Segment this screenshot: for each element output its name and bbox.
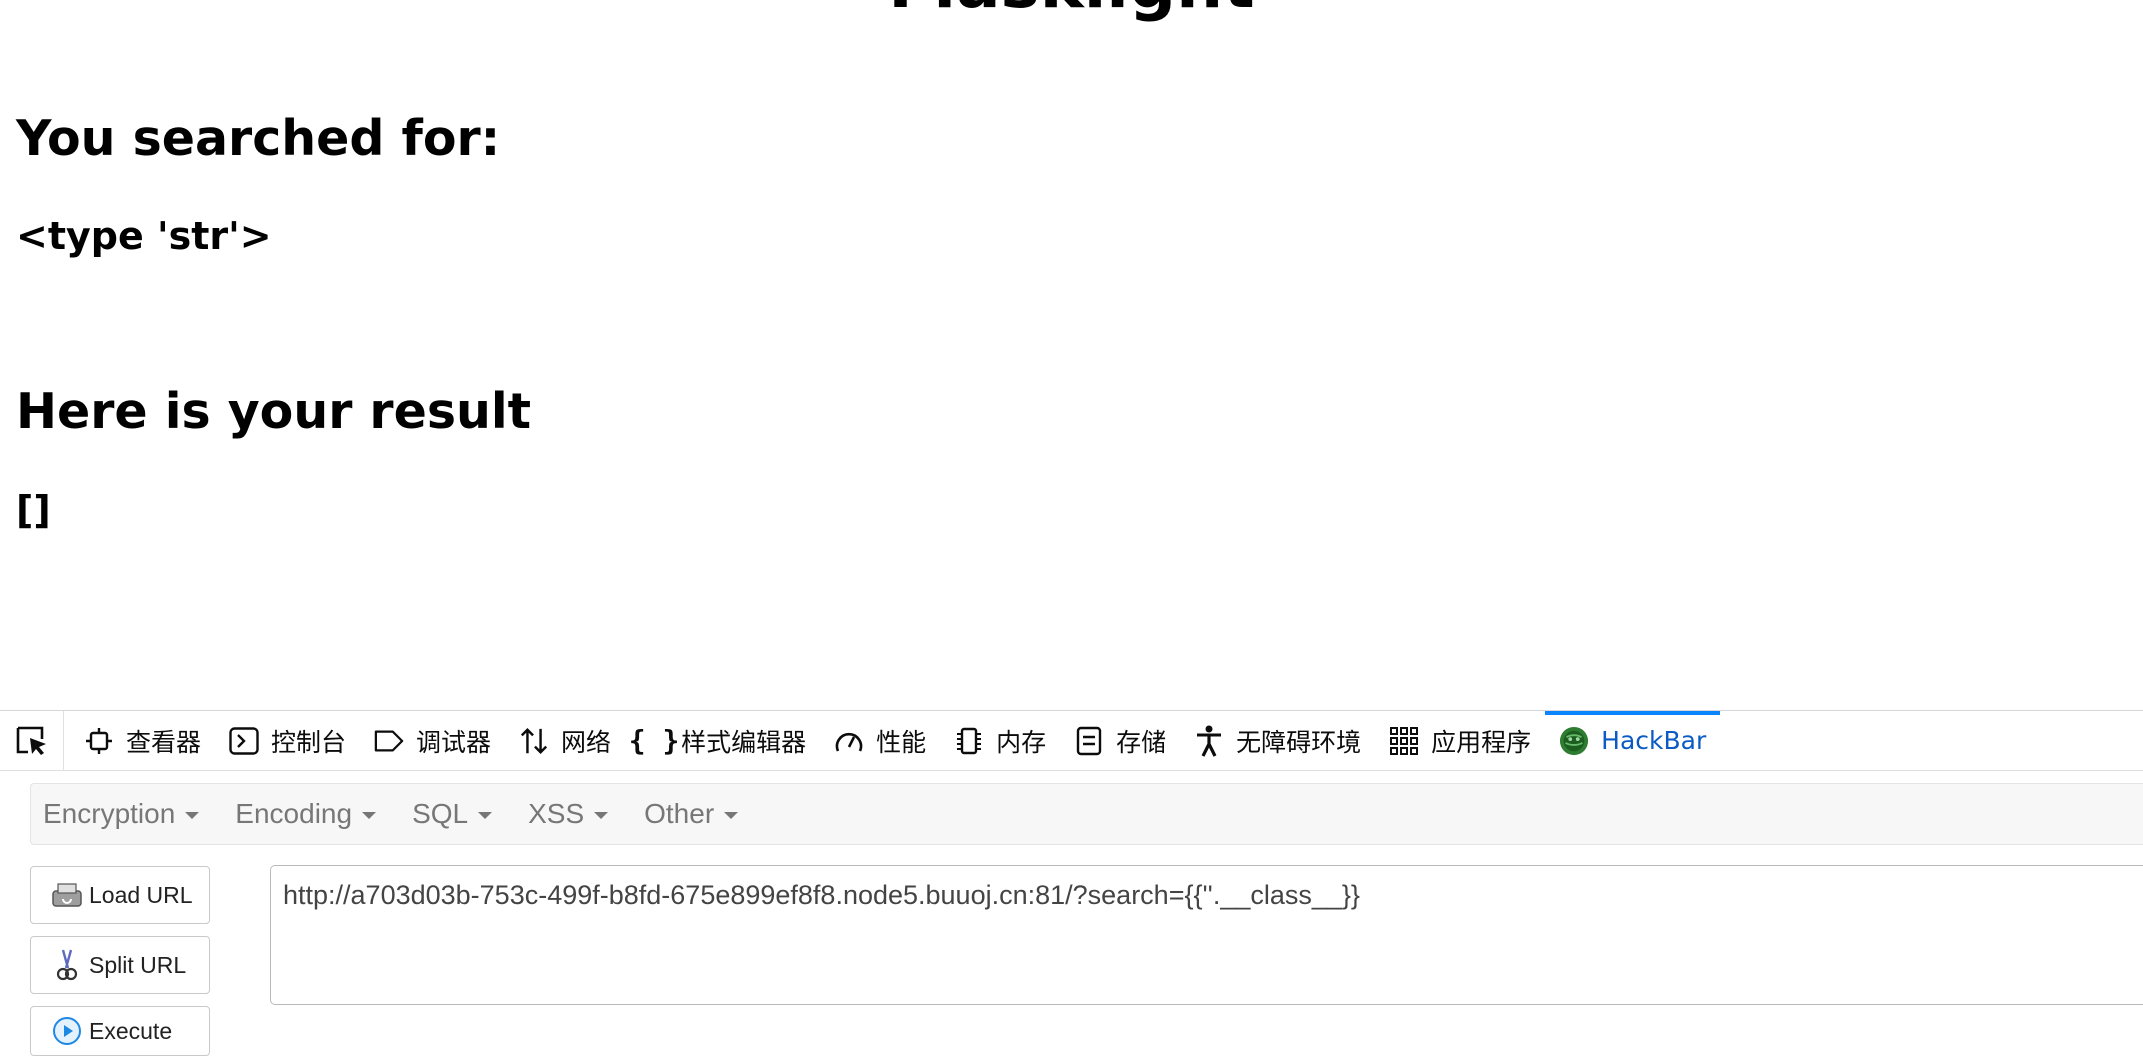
tab-label: HackBar (1601, 726, 1707, 755)
element-picker-icon (16, 726, 46, 755)
tab-label: 样式编辑器 (681, 727, 807, 757)
performance-icon (834, 726, 864, 756)
caret-down-icon (362, 812, 377, 819)
menu-label: SQL (412, 798, 469, 829)
tab-accessibility[interactable]: 无障碍环境 (1180, 711, 1375, 770)
menu-label: XSS (528, 798, 585, 829)
caret-down-icon (478, 812, 493, 819)
menu-label: Encryption (43, 798, 176, 829)
memory-icon (954, 726, 984, 756)
tab-network[interactable]: 网络 (505, 711, 625, 770)
menu-encryption[interactable]: Encryption (31, 798, 211, 830)
url-textarea[interactable]: http://a703d03b-753c-499f-b8fd-675e899ef… (270, 865, 2143, 1005)
tab-storage[interactable]: 存储 (1060, 711, 1180, 770)
execute-button[interactable]: Execute (30, 1006, 210, 1056)
tab-label: 网络 (561, 727, 612, 757)
scissors-icon (51, 949, 83, 981)
menu-encoding[interactable]: Encoding (223, 798, 388, 830)
caret-down-icon (185, 812, 200, 819)
tab-label: 控制台 (271, 727, 347, 757)
tab-hackbar[interactable]: HackBar (1545, 711, 1721, 770)
tab-debugger[interactable]: 调试器 (360, 711, 505, 770)
menu-sql[interactable]: SQL (400, 798, 504, 830)
tab-application[interactable]: 应用程序 (1375, 711, 1545, 770)
tab-memory[interactable]: 内存 (940, 711, 1060, 770)
devtools-panel: 查看器 控制台 调试器 网络 { } 样式编辑器 性能 内存 存储 无障碍环境 … (0, 710, 2143, 1056)
tab-label: 调试器 (416, 727, 492, 757)
tab-console[interactable]: 控制台 (215, 711, 360, 770)
console-icon (229, 726, 259, 756)
url-text: http://a703d03b-753c-499f-b8fd-675e899ef… (283, 880, 1360, 910)
hackbar-icon (1559, 726, 1589, 756)
element-picker-button[interactable] (0, 711, 64, 770)
result-heading: Here is your result (16, 383, 532, 440)
caret-down-icon (724, 812, 739, 819)
tab-inspector[interactable]: 查看器 (64, 711, 215, 770)
caret-down-icon (594, 812, 609, 819)
tab-label: 内存 (996, 727, 1047, 757)
inspector-icon (84, 726, 114, 756)
menu-xss[interactable]: XSS (516, 798, 620, 830)
button-label: Load URL (89, 881, 193, 908)
tab-label: 查看器 (126, 727, 202, 757)
split-url-button[interactable]: Split URL (30, 936, 210, 994)
button-label: Execute (89, 1017, 173, 1044)
load-url-icon (51, 879, 83, 911)
searched-heading: You searched for: (16, 110, 501, 167)
menu-label: Encoding (235, 798, 353, 829)
tab-label: 存储 (1116, 727, 1167, 757)
page-content: Flasklight You searched for: <type 'str'… (0, 0, 2143, 710)
tab-label: 性能 (876, 727, 927, 757)
menu-label: Other (644, 798, 715, 829)
storage-icon (1074, 726, 1104, 756)
menu-other[interactable]: Other (632, 798, 750, 830)
tab-style-editor[interactable]: { } 样式编辑器 (625, 711, 820, 770)
load-url-button[interactable]: Load URL (30, 866, 210, 924)
style-editor-icon: { } (628, 724, 680, 757)
site-title: Flasklight (0, 0, 2143, 18)
devtools-tab-bar: 查看器 控制台 调试器 网络 { } 样式编辑器 性能 内存 存储 无障碍环境 … (0, 711, 2143, 771)
application-icon (1389, 726, 1419, 756)
tab-label: 应用程序 (1431, 727, 1532, 757)
debugger-icon (374, 726, 404, 756)
accessibility-icon (1194, 725, 1224, 757)
play-icon (51, 1015, 83, 1047)
result-value: [] (16, 488, 51, 532)
hackbar-menu-bar: Encryption Encoding SQL XSS Other (30, 783, 2143, 845)
network-icon (519, 726, 549, 756)
tab-performance[interactable]: 性能 (820, 711, 940, 770)
searched-value: <type 'str'> (16, 214, 272, 258)
tab-label: 无障碍环境 (1236, 727, 1362, 757)
button-label: Split URL (89, 951, 187, 978)
